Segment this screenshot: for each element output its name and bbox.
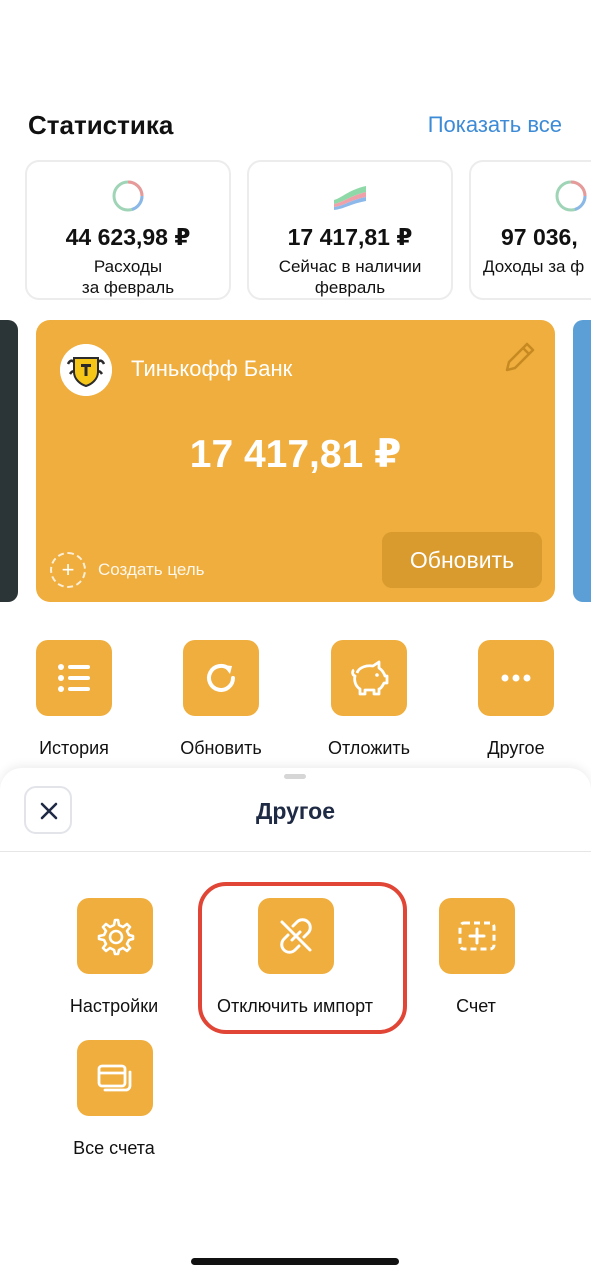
previous-account-card[interactable] — [0, 320, 18, 602]
area-chart-icon — [334, 186, 366, 210]
account-balance: 17 417,81 ₽ — [189, 433, 402, 476]
stat-card-expenses[interactable]: 44 623,98 ₽ Расходы за февраль — [25, 160, 231, 300]
refresh-button[interactable]: Обновить — [382, 532, 542, 588]
refresh-icon — [207, 663, 235, 692]
history-tile[interactable] — [36, 640, 112, 716]
action-label: Другое — [487, 738, 545, 758]
add-account-icon — [458, 921, 496, 951]
bank-name: Тинькофф Банк — [131, 356, 293, 381]
create-goal-link[interactable]: Создать цель — [98, 560, 205, 580]
save-tile[interactable] — [331, 640, 407, 716]
gear-icon — [97, 918, 135, 956]
bank-account-card[interactable]: Тинькофф Банк 17 417,81 ₽ + Создать цель… — [36, 320, 555, 602]
stat-value: 97 036, — [501, 224, 578, 250]
stat-label: Сейчас в наличии февраль — [278, 257, 422, 297]
stat-card-cash[interactable]: 17 417,81 ₽ Сейчас в наличии февраль — [247, 160, 453, 300]
list-icon — [58, 664, 90, 692]
action-history[interactable]: История — [14, 640, 134, 770]
home-indicator[interactable] — [191, 1258, 399, 1265]
stat-label: Доходы за ф — [483, 257, 585, 276]
next-account-card[interactable] — [573, 320, 591, 602]
plus-icon[interactable]: + — [50, 552, 86, 588]
stat-label: Расходы за февраль — [81, 257, 175, 297]
account-tile[interactable] — [439, 898, 515, 974]
pencil-icon[interactable] — [501, 340, 537, 376]
donut-chart-icon — [555, 180, 587, 212]
action-label: Обновить — [180, 738, 262, 758]
other-tile[interactable] — [478, 640, 554, 716]
action-label: История — [39, 738, 109, 758]
stat-card-income[interactable]: 97 036, Доходы за ф — [469, 160, 591, 300]
piggy-bank-icon — [351, 660, 389, 696]
divider — [0, 851, 591, 852]
stat-value: 17 417,81 ₽ — [287, 224, 413, 250]
all-accounts-tile[interactable] — [77, 1040, 153, 1116]
cards-icon — [97, 1064, 132, 1092]
show-all-link[interactable]: Показать все — [428, 112, 562, 138]
sheet-title: Другое — [255, 798, 336, 824]
more-icon — [501, 674, 531, 682]
sheet-grabber[interactable] — [284, 774, 306, 779]
settings-tile[interactable] — [77, 898, 153, 974]
bank-logo-icon — [60, 344, 112, 396]
action-save[interactable]: Отложить — [309, 640, 429, 770]
stat-value: 44 623,98 ₽ — [65, 224, 191, 250]
highlight-annotation — [198, 882, 407, 1034]
donut-chart-icon — [112, 180, 144, 212]
option-settings[interactable]: Настройки — [14, 898, 214, 1016]
action-other[interactable]: Другое — [456, 640, 576, 770]
action-label: Отложить — [327, 738, 411, 758]
action-refresh[interactable]: Обновить — [161, 640, 281, 770]
option-all-accounts[interactable]: Все счета — [14, 1040, 214, 1158]
refresh-tile[interactable] — [183, 640, 259, 716]
option-label: Настройки — [69, 996, 159, 1016]
stats-header: Статистика Показать все — [28, 108, 568, 148]
option-label: Все счета — [73, 1138, 155, 1158]
stats-title: Статистика — [28, 110, 174, 140]
